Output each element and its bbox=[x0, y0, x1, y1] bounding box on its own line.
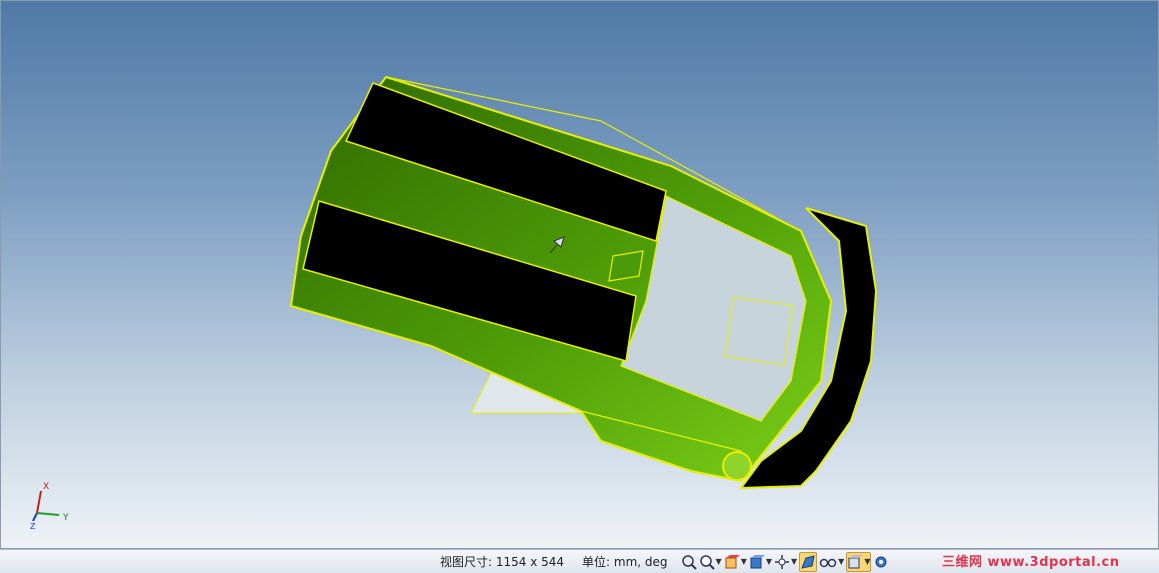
zoom-fit-icon bbox=[681, 554, 697, 570]
settings-button[interactable] bbox=[873, 553, 889, 571]
standard-views-icon bbox=[750, 554, 765, 568]
viewport-size-label: 视图尺寸: 1154 x 544 bbox=[440, 555, 565, 569]
3d-viewport[interactable]: X Y Z bbox=[0, 0, 1159, 549]
visibility-icon bbox=[819, 558, 837, 567]
chevron-down-icon[interactable]: ▼ bbox=[716, 557, 722, 566]
shaded-display-icon bbox=[801, 554, 815, 569]
axis-triad: X Y Z bbox=[30, 482, 69, 529]
pan-rotate-icon bbox=[775, 554, 789, 569]
display-mode-button[interactable]: ▼ bbox=[846, 551, 872, 572]
triad-z-label: Z bbox=[30, 522, 36, 529]
visibility-button[interactable]: ▼ bbox=[819, 553, 844, 571]
display-mode-icon bbox=[848, 554, 864, 568]
triad-x-label: X bbox=[43, 482, 49, 492]
chevron-down-icon[interactable]: ▼ bbox=[864, 557, 870, 566]
watermark-logo: 三维网 www.3dportal.cn bbox=[942, 555, 1120, 570]
chevron-down-icon[interactable]: ▼ bbox=[741, 557, 747, 566]
fuel-cap bbox=[722, 451, 752, 481]
chevron-down-icon[interactable]: ▼ bbox=[838, 557, 844, 566]
view-orient-icon bbox=[725, 554, 740, 568]
chevron-down-icon[interactable]: ▼ bbox=[791, 557, 797, 566]
standard-views-button[interactable]: ▼ bbox=[749, 553, 772, 571]
triad-y-label: Y bbox=[62, 513, 69, 523]
car-body-model[interactable] bbox=[1, 1, 1159, 549]
hood-vent bbox=[608, 250, 644, 282]
settings-icon bbox=[875, 556, 887, 567]
view-orient-button[interactable]: ▼ bbox=[724, 553, 747, 571]
shaded-display-button[interactable] bbox=[799, 551, 818, 572]
zoom-button[interactable]: ▼ bbox=[699, 553, 722, 571]
units-label: 单位: mm, deg bbox=[582, 555, 668, 569]
zoom-fit-button[interactable] bbox=[681, 553, 697, 571]
pan-rotate-button[interactable]: ▼ bbox=[774, 553, 797, 571]
chevron-down-icon[interactable]: ▼ bbox=[766, 557, 772, 566]
zoom-icon bbox=[699, 554, 715, 570]
